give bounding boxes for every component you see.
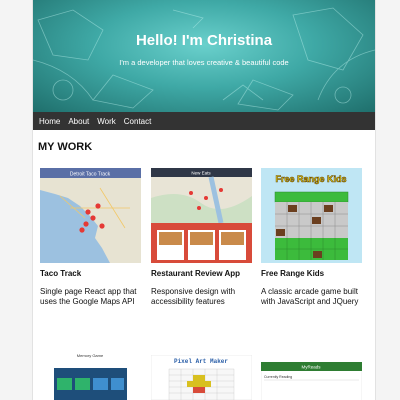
project-description: A classic arcade game built with JavaScr… xyxy=(261,287,362,307)
project-description-line: Responsive design with xyxy=(151,287,236,296)
pixel-art-maker-illustration: Pixel Art Maker xyxy=(151,355,252,400)
project-card-free-range-kids[interactable]: Free Range Kids Free Range Kids A classi… xyxy=(261,168,362,307)
taco-track-thumb-heading: Detroit Taco Track xyxy=(70,172,111,178)
nav-contact-link[interactable]: Contact xyxy=(124,117,152,126)
project-card-taco-track[interactable]: Detroit Taco Track Taco Track Single pag… xyxy=(40,168,141,307)
memory-game-thumbnail[interactable]: Memory Game xyxy=(40,350,141,400)
section-heading-my-work: MY WORK xyxy=(38,141,93,153)
project-description-line: uses the Google Maps API xyxy=(40,297,135,306)
project-description: Responsive design with accessibility fea… xyxy=(151,287,252,307)
myreads-thumb-heading: MyReads xyxy=(301,365,321,370)
restaurant-review-thumbnail[interactable]: New Eats xyxy=(151,168,252,263)
myreads-thumb-subheading: Currently Reading xyxy=(264,375,292,379)
memory-game-thumb-heading: Memory Game xyxy=(77,353,104,358)
main-nav: Home About Work Contact xyxy=(33,112,375,130)
free-range-kids-thumb-heading: Free Range Kids xyxy=(275,174,346,184)
project-title[interactable]: Restaurant Review App xyxy=(151,269,252,278)
free-range-kids-game-illustration: Free Range Kids xyxy=(261,168,362,263)
project-description-line: with JavaScript and JQuery xyxy=(261,297,359,306)
nav-home-link[interactable]: Home xyxy=(39,117,60,126)
hero-background-pattern xyxy=(33,7,375,111)
myreads-illustration: MyReads Currently Reading xyxy=(261,362,362,400)
project-description: Single page React app that uses the Goog… xyxy=(40,287,141,307)
pixel-art-maker-thumbnail[interactable]: Pixel Art Maker xyxy=(151,355,252,400)
portfolio-page: Hello! I'm Christina I'm a developer tha… xyxy=(32,0,376,400)
nav-about-link[interactable]: About xyxy=(68,117,89,126)
project-description-line: Single page React app that xyxy=(40,287,137,296)
hero-banner: Hello! I'm Christina I'm a developer tha… xyxy=(33,0,375,112)
pixel-art-maker-thumb-heading: Pixel Art Maker xyxy=(174,358,228,365)
taco-track-thumbnail[interactable]: Detroit Taco Track xyxy=(40,168,141,263)
free-range-kids-board xyxy=(275,202,348,260)
taco-track-map-illustration: Detroit Taco Track xyxy=(40,168,141,263)
project-card-pixel-art-maker[interactable]: Pixel Art Maker xyxy=(151,355,252,400)
hero-subtitle: I'm a developer that loves creative & be… xyxy=(119,58,289,67)
project-card-restaurant-review[interactable]: New Eats Restaurant Review App Responsiv… xyxy=(151,168,252,307)
myreads-thumbnail[interactable]: MyReads Currently Reading xyxy=(261,362,362,400)
hero-title: Hello! I'm Christina xyxy=(135,32,273,49)
project-title[interactable]: Taco Track xyxy=(40,269,141,278)
memory-game-illustration: Memory Game xyxy=(54,353,127,400)
restaurant-review-thumb-heading: New Eats xyxy=(191,171,211,176)
project-card-memory-game[interactable]: Memory Game xyxy=(40,350,141,400)
project-title[interactable]: Free Range Kids xyxy=(261,269,362,278)
free-range-kids-thumbnail[interactable]: Free Range Kids xyxy=(261,168,362,263)
restaurant-review-illustration: New Eats xyxy=(151,168,252,263)
project-description-line: A classic arcade game built xyxy=(261,287,358,296)
project-description-line: accessibility features xyxy=(151,297,225,306)
project-card-myreads[interactable]: MyReads Currently Reading xyxy=(261,362,362,400)
nav-work-link[interactable]: Work xyxy=(97,117,116,126)
